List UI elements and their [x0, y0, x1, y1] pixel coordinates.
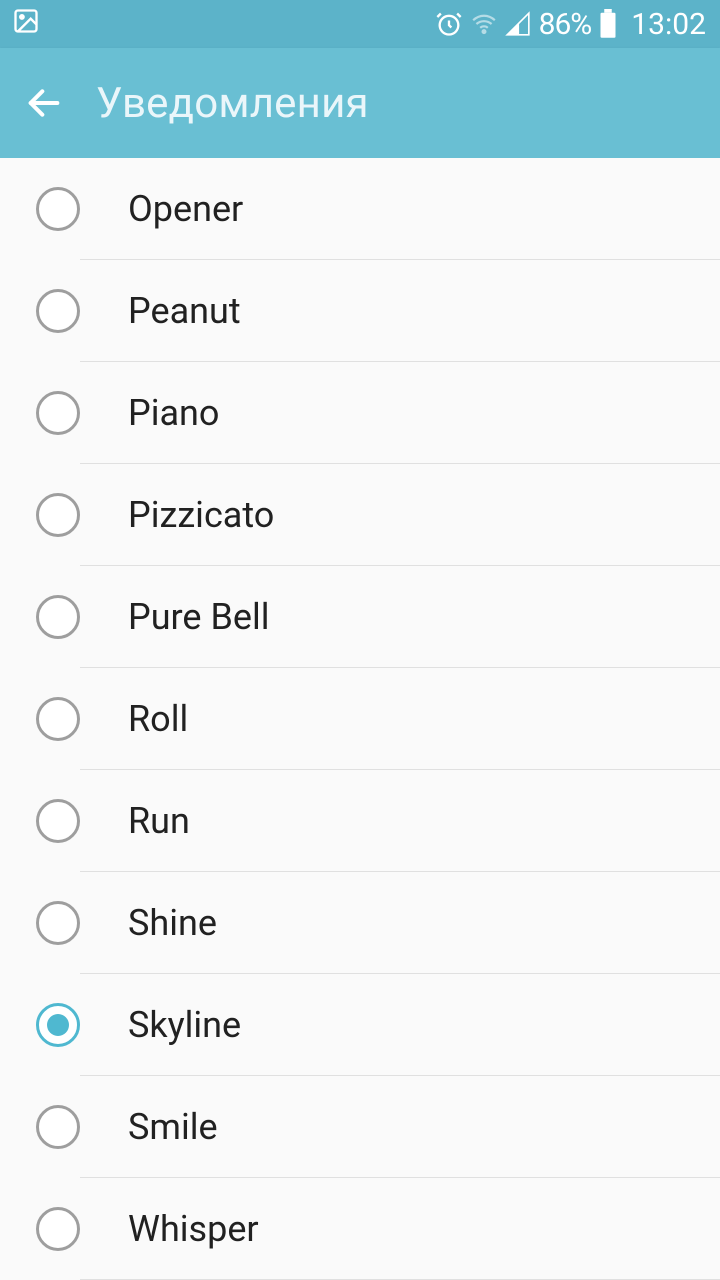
ringtone-label: Peanut	[128, 290, 241, 332]
ringtone-row[interactable]: Smile	[36, 1076, 720, 1178]
ringtone-label: Piano	[128, 392, 219, 434]
radio-button[interactable]	[36, 697, 80, 741]
radio-button[interactable]	[36, 1003, 80, 1047]
ringtone-row[interactable]: Pizzicato	[36, 464, 720, 566]
radio-button[interactable]	[36, 289, 80, 333]
row-tail: Run	[80, 770, 720, 872]
radio-button[interactable]	[36, 901, 80, 945]
ringtone-row[interactable]: Piano	[36, 362, 720, 464]
back-button[interactable]	[24, 83, 64, 123]
row-tail: Whisper	[80, 1178, 720, 1280]
status-left	[12, 7, 40, 42]
row-tail: Smile	[80, 1076, 720, 1178]
radio-button[interactable]	[36, 187, 80, 231]
radio-button[interactable]	[36, 493, 80, 537]
battery-icon	[599, 9, 617, 39]
alarm-icon	[435, 10, 463, 38]
ringtone-row[interactable]: Whisper	[36, 1178, 720, 1280]
signal-icon	[505, 11, 531, 37]
ringtone-label: Shine	[128, 902, 217, 944]
ringtone-row[interactable]: Pure Bell	[36, 566, 720, 668]
row-tail: Skyline	[80, 974, 720, 1076]
ringtone-row[interactable]: Run	[36, 770, 720, 872]
radio-button[interactable]	[36, 799, 80, 843]
arrow-left-icon	[24, 83, 64, 123]
row-tail: Peanut	[80, 260, 720, 362]
row-tail: Roll	[80, 668, 720, 770]
row-tail: Piano	[80, 362, 720, 464]
clock-time: 13:02	[631, 7, 706, 42]
ringtone-label: Pure Bell	[128, 596, 269, 638]
ringtone-row[interactable]: Peanut	[36, 260, 720, 362]
ringtone-label: Pizzicato	[128, 494, 274, 536]
page-title: Уведомления	[96, 79, 369, 128]
picture-icon	[12, 7, 40, 42]
ringtone-label: Skyline	[128, 1004, 241, 1046]
ringtone-list: Opener Peanut Piano Pizzicato Pure Bell Roll R…	[0, 158, 720, 1280]
battery-percentage: 86%	[539, 7, 592, 42]
status-right: 86% 13:02	[435, 7, 706, 42]
radio-button[interactable]	[36, 1105, 80, 1149]
row-tail: Pizzicato	[80, 464, 720, 566]
ringtone-label: Smile	[128, 1106, 218, 1148]
ringtone-label: Opener	[128, 188, 243, 230]
wifi-icon	[471, 11, 497, 37]
ringtone-label: Roll	[128, 698, 188, 740]
radio-button[interactable]	[36, 595, 80, 639]
radio-button[interactable]	[36, 391, 80, 435]
ringtone-row[interactable]: Roll	[36, 668, 720, 770]
ringtone-label: Run	[128, 800, 190, 842]
ringtone-row[interactable]: Opener	[36, 158, 720, 260]
status-bar: 86% 13:02	[0, 0, 720, 48]
ringtone-row[interactable]: Skyline	[36, 974, 720, 1076]
row-tail: Opener	[80, 158, 720, 260]
app-bar: Уведомления	[0, 48, 720, 158]
ringtone-row[interactable]: Shine	[36, 872, 720, 974]
row-tail: Pure Bell	[80, 566, 720, 668]
row-tail: Shine	[80, 872, 720, 974]
radio-button[interactable]	[36, 1207, 80, 1251]
ringtone-label: Whisper	[128, 1208, 259, 1250]
